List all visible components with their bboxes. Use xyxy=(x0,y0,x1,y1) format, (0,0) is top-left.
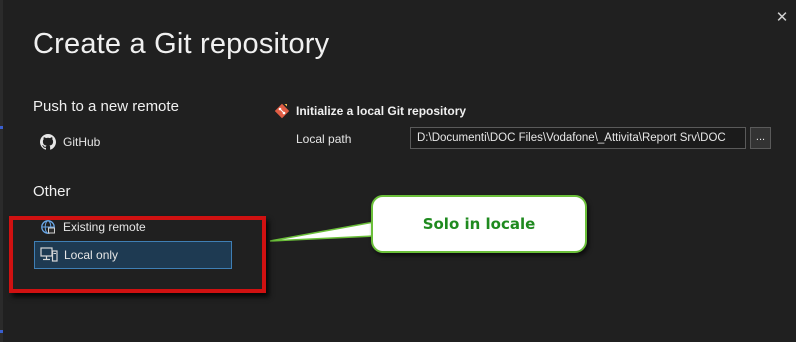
callout-text: Solo in locale xyxy=(422,215,536,233)
callout-bubble: Solo in locale xyxy=(371,195,587,253)
highlight-box xyxy=(9,216,266,293)
